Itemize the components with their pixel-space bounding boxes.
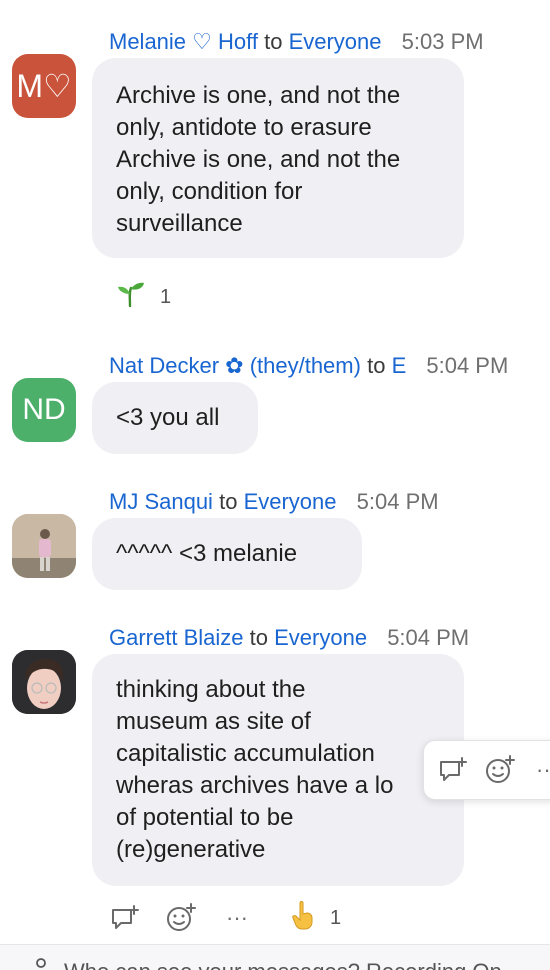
more-glyph: ···	[226, 905, 248, 930]
message-header: Nat Decker ✿ (they/them) to E 5:04 PM	[109, 353, 508, 379]
reaction-chip[interactable]: 1	[116, 280, 171, 314]
reply-thread-icon[interactable]	[108, 901, 142, 935]
message-line: Archive is one, and not the	[116, 146, 401, 173]
message-line: (re)generative	[116, 836, 266, 863]
sender-name[interactable]: Melanie ♡ Hoff	[109, 29, 258, 54]
reaction-chip[interactable]: 1	[290, 900, 341, 936]
sender-name[interactable]: Garrett Blaize	[109, 625, 244, 650]
message-time: 5:04 PM	[426, 353, 509, 378]
to-label: to	[249, 625, 268, 650]
to-label: to	[264, 29, 283, 54]
avatar[interactable]: M♡	[12, 54, 76, 118]
add-emoji-icon[interactable]	[164, 901, 198, 935]
message-line: only, condition for	[116, 178, 303, 205]
message-time: 5:04 PM	[356, 489, 439, 514]
message-header: Melanie ♡ Hoff to Everyone 5:03 PM	[109, 29, 484, 55]
add-emoji-icon[interactable]	[484, 753, 516, 787]
reaction-count: 1	[330, 906, 342, 929]
chat-footer-bar: Who can see your messages? Recording On	[0, 944, 550, 970]
pointing-up-hand-icon	[290, 900, 316, 936]
avatar[interactable]: ND	[12, 378, 76, 442]
recipient-name[interactable]: Everyone	[274, 625, 367, 650]
reaction-count: 1	[160, 285, 172, 308]
to-label: to	[219, 489, 238, 514]
reply-thread-icon[interactable]	[438, 753, 468, 787]
sender-name[interactable]: Nat Decker ✿ (they/them)	[109, 353, 361, 378]
message-time: 5:03 PM	[401, 29, 484, 54]
avatar-initials: ND	[22, 393, 66, 426]
message-line: Archive is one, and not the	[116, 82, 401, 109]
message-line: only, antidote to erasure	[116, 114, 372, 141]
message-bubble[interactable]: thinking about the museum as site of cap…	[92, 654, 464, 886]
message-time: 5:04 PM	[387, 625, 470, 650]
avatar-photo	[12, 650, 76, 714]
privacy-icon	[32, 957, 50, 970]
message-hover-toolbar: ···	[423, 740, 550, 800]
message-line: museum as site of	[116, 708, 311, 735]
message-header: Garrett Blaize to Everyone 5:04 PM	[109, 625, 469, 651]
more-glyph: ···	[536, 757, 550, 782]
message-line: wheras archives have a lo	[116, 772, 394, 799]
avatar-initials: M♡	[16, 68, 72, 104]
message-bubble[interactable]: ^^^^^ <3 melanie	[92, 518, 362, 590]
message-line: thinking about the	[116, 676, 306, 703]
message-bubble[interactable]: <3 you all	[92, 382, 258, 454]
privacy-hint[interactable]: Who can see your messages? Recording On	[64, 959, 502, 970]
recipient-name[interactable]: E	[392, 353, 407, 378]
to-label: to	[367, 353, 386, 378]
message-line: <3 you all	[116, 404, 220, 431]
message-line: ^^^^^ <3 melanie	[116, 540, 298, 567]
message-line: capitalistic accumulation	[116, 740, 375, 767]
avatar[interactable]	[12, 514, 76, 578]
more-icon[interactable]: ···	[220, 901, 254, 935]
message-header: MJ Sanqui to Everyone 5:04 PM	[109, 489, 439, 515]
message-line: surveillance	[116, 210, 243, 237]
recipient-name[interactable]: Everyone	[289, 29, 382, 54]
seedling-icon	[116, 280, 146, 314]
message-actions-row: ··· 1	[108, 900, 341, 936]
avatar[interactable]	[12, 650, 76, 714]
message-bubble[interactable]: Archive is one, and not the only, antido…	[92, 58, 464, 258]
recipient-name[interactable]: Everyone	[244, 489, 337, 514]
sender-name[interactable]: MJ Sanqui	[109, 489, 213, 514]
message-line: of potential to be	[116, 804, 294, 831]
more-icon[interactable]: ···	[532, 753, 550, 787]
avatar-photo	[12, 514, 76, 578]
